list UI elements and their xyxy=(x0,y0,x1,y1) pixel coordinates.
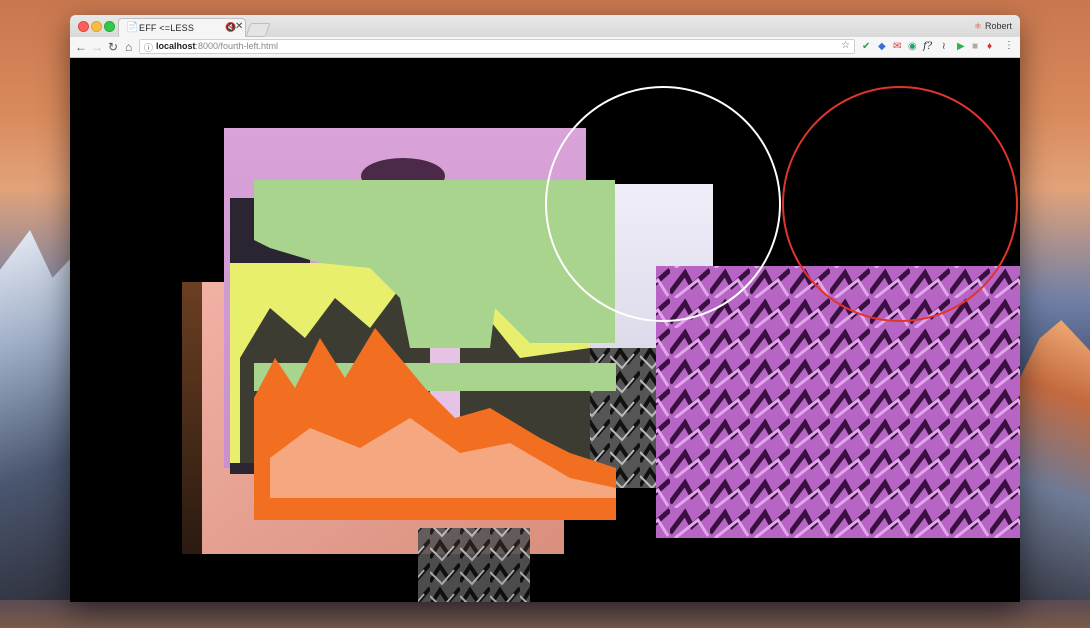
reload-icon[interactable]: ↻ xyxy=(108,39,118,55)
extension-grey-icon[interactable]: ■ xyxy=(972,41,978,53)
kebab-menu-icon[interactable]: ⋮ xyxy=(1004,40,1014,51)
page-viewport xyxy=(70,58,1020,602)
url-host: localhost xyxy=(156,41,196,51)
extension-badge-icon[interactable]: ♦ xyxy=(987,41,992,53)
new-tab-button[interactable] xyxy=(245,23,271,37)
extension-wave-icon[interactable]: ≀ xyxy=(942,41,946,53)
forward-arrow-icon[interactable]: → xyxy=(91,39,103,55)
collage-artwork xyxy=(182,86,1020,602)
close-window-button[interactable] xyxy=(78,21,89,32)
desktop-wallpaper-left xyxy=(0,230,75,628)
extension-function-icon[interactable]: f? xyxy=(923,41,932,53)
extension-layers-icon[interactable]: ◆ xyxy=(878,41,886,53)
bookmark-star-icon[interactable]: ☆ xyxy=(841,40,850,51)
url-text: localhost:8000/fourth-left.html xyxy=(156,41,278,51)
tab-title: EFF <=LESS xyxy=(139,23,195,33)
browser-window: 📄 EFF <=LESS 🔇 ✕ ⚛ Robert ← → ↻ ⌂ ⓘ local… xyxy=(70,15,1020,602)
tab-close-icon[interactable]: ✕ xyxy=(235,21,243,32)
desktop-wallpaper-bottom xyxy=(0,600,1090,628)
address-bar[interactable]: ⓘ localhost:8000/fourth-left.html ☆ xyxy=(139,39,855,54)
extension-play-icon[interactable]: ▶ xyxy=(957,41,965,53)
collage-magenta-leaves-panel xyxy=(656,266,1020,538)
back-arrow-icon[interactable]: ← xyxy=(75,39,87,55)
info-icon[interactable]: ⓘ xyxy=(144,41,153,54)
url-path: :8000/fourth-left.html xyxy=(195,41,279,51)
extension-check-icon[interactable]: ✔ xyxy=(862,41,870,53)
profile-icon: ⚛ xyxy=(973,21,982,31)
page-icon: 📄 xyxy=(126,22,139,33)
profile-name: Robert xyxy=(984,21,1012,31)
tab-active[interactable]: 📄 EFF <=LESS 🔇 ✕ xyxy=(118,18,246,37)
profile-button[interactable]: ⚛ Robert xyxy=(974,21,1012,32)
extension-grammarly-icon[interactable]: ◉ xyxy=(908,41,917,53)
collage-rocks-bottom xyxy=(418,528,530,602)
maximize-window-button[interactable] xyxy=(104,21,115,32)
extension-mail-icon[interactable]: ✉ xyxy=(893,41,901,53)
home-icon[interactable]: ⌂ xyxy=(125,39,132,55)
minimize-window-button[interactable] xyxy=(91,21,102,32)
toolbar: ← → ↻ ⌂ ⓘ localhost:8000/fourth-left.htm… xyxy=(70,37,1020,58)
desktop-wallpaper-right xyxy=(1018,320,1090,628)
title-bar: 📄 EFF <=LESS 🔇 ✕ ⚛ Robert xyxy=(70,15,1020,37)
